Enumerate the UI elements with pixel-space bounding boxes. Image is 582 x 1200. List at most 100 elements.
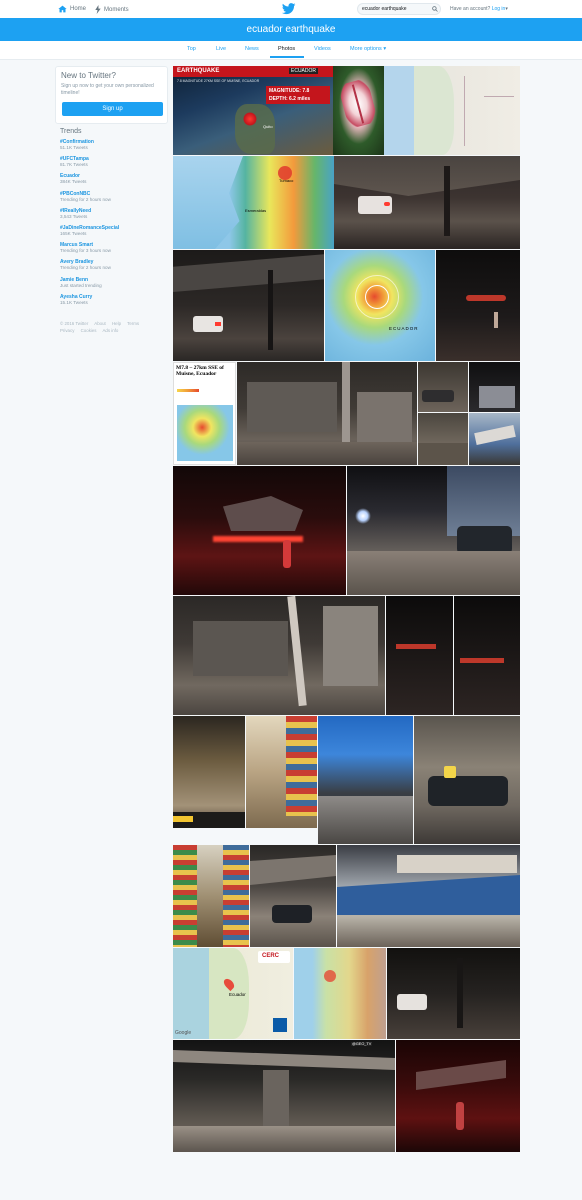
trend-item[interactable]: Avery Bradley Trending for 2 hours now (60, 259, 168, 276)
twitter-logo-icon[interactable] (282, 3, 296, 15)
account-prompt: Have an account? Log in▾ (450, 6, 508, 12)
map-subline: 7.8 MAGNITUDE 27KM SSE OF MUISNE, ECUADO… (177, 79, 260, 83)
photo-red-night-scene[interactable] (396, 1040, 520, 1152)
usgs-country-label: ECUADOR (389, 326, 419, 331)
trend-item[interactable]: Marcus Smart Trending for 3 hours now (60, 242, 168, 259)
photo-store-debris[interactable] (173, 716, 245, 828)
signup-description: Sign up now to get your own personalized… (61, 83, 154, 96)
photo-rubble-car-night[interactable] (347, 466, 520, 595)
photo-store-aisle-mess[interactable] (173, 845, 249, 947)
signup-card: New to Twitter? Sign up now to get your … (55, 66, 168, 124)
trend-meta: Trending for 3 hours now (60, 248, 111, 254)
caret-down-icon[interactable]: ▾ (505, 6, 508, 12)
tab-more-options[interactable]: More options ▾ (350, 46, 386, 52)
footer-links: © 2016 Twitter About Help Terms Privacy … (60, 320, 168, 334)
tab-top[interactable]: Top (187, 46, 196, 52)
photo-collapsed-overpass-car[interactable] (250, 845, 336, 947)
chevron-down-icon: ▾ (383, 46, 387, 52)
photo-fallen-overpass[interactable]: @GEO_TV (173, 1040, 395, 1152)
footer-cookies[interactable]: Cookies (81, 328, 97, 333)
photo-night-street-car[interactable] (173, 250, 324, 361)
photo-news-earthquake-map[interactable]: EARTHQUAKE ECUADOR 7.8 MAGNITUDE 27KM SS… (173, 66, 333, 155)
photo-google-map-pin[interactable]: Ecuador Google CERC (173, 948, 293, 1039)
search-tabs: Top Live News Photos Videos More options… (0, 41, 582, 60)
footer-about[interactable]: About (94, 321, 105, 326)
trend-item[interactable]: Ayesha Curry 15.1K Tweets (60, 294, 168, 311)
photo-tilted-pole-building[interactable] (173, 596, 385, 715)
photo-night-road-lights[interactable] (436, 250, 520, 361)
trend-item[interactable]: Ecuador 384K Tweets (60, 173, 168, 190)
photo-collapsed-storefront[interactable] (237, 362, 417, 465)
photo-collapsed-blue-building[interactable] (469, 413, 520, 465)
footer-help[interactable]: Help (112, 321, 121, 326)
tab-videos[interactable]: Videos (314, 46, 331, 52)
home-icon (58, 5, 67, 13)
login-link[interactable]: Log in (492, 6, 506, 12)
trend-item[interactable]: #JaDineRomanceSpecial 165K Tweets (60, 225, 168, 242)
active-tab-indicator (270, 56, 304, 58)
depth-label: DEPTH: 6.2 miles (269, 96, 311, 102)
cerc-logo-text: CERC (262, 953, 280, 959)
trend-meta: 81.7K Tweets (60, 162, 88, 168)
footer-privacy[interactable]: Privacy (60, 328, 74, 333)
footer-terms[interactable]: Terms (127, 321, 139, 326)
map-city-quito: Quito (263, 124, 273, 129)
photo-crushed-car[interactable] (414, 716, 520, 844)
gmap-city-label: Ecuador (229, 992, 246, 997)
map-banner-label: EARTHQUAKE (177, 68, 220, 74)
trend-item[interactable]: #Confirmation 51.1K Tweets (60, 139, 168, 156)
magnitude-label: MAGNITUDE: 7.8 (269, 88, 310, 94)
footer-ads-info[interactable]: Ads info (103, 328, 119, 333)
trends-module: Trends #Confirmation 51.1K Tweets #UFCTam… (55, 128, 168, 311)
trend-meta: 3,543 Tweets (60, 213, 88, 219)
trend-meta: Trending for 2 hours now (60, 196, 111, 202)
photo-handle-watermark: @GEO_TV (351, 1042, 373, 1046)
usgs-caption: M7.8 – 27km SSE of Muisne, Ecuador (176, 365, 224, 377)
account-prefix: Have an account? (450, 6, 491, 12)
photo-blue-lit-interior[interactable] (318, 716, 413, 844)
trend-meta: 15.1K Tweets (60, 299, 88, 305)
tab-live[interactable]: Live (216, 46, 226, 52)
trend-item[interactable]: #UFCTampa 81.7K Tweets (60, 156, 168, 173)
nav-moments-label: Moments (104, 6, 129, 13)
photo-seismic-intensity-map[interactable]: Tumaco Esmeraldas (173, 156, 334, 249)
signup-button[interactable]: Sign up (62, 102, 163, 116)
tab-photos[interactable]: Photos (278, 46, 295, 52)
photo-usgs-shakemap[interactable]: ECUADOR (325, 250, 435, 361)
nav-home[interactable]: Home (58, 5, 86, 13)
photo-night-building-damage[interactable] (387, 948, 520, 1039)
photo-map-coastline[interactable] (384, 66, 520, 155)
photo-damaged-building-night[interactable] (469, 362, 520, 412)
nav-home-label: Home (70, 6, 87, 12)
photo-pharmacy-facade[interactable] (337, 845, 520, 947)
map-region-label: ECUADOR (289, 68, 319, 74)
map-city-tumaco: Tumaco (279, 178, 294, 183)
photo-rubble-street[interactable] (418, 413, 468, 465)
trend-meta: Just started trending (60, 282, 102, 288)
photo-night-collapse-car[interactable] (334, 156, 520, 249)
photo-caladium-leaf[interactable] (333, 66, 384, 155)
tab-news[interactable]: News (245, 46, 259, 52)
nav-moments[interactable]: Moments (95, 5, 129, 14)
trend-item[interactable]: #IReallyNeed 3,543 Tweets (60, 208, 168, 225)
search-input[interactable] (357, 3, 441, 15)
photo-night-red-lights-a[interactable] (386, 596, 453, 715)
search-title: ecuador earthquake (246, 24, 336, 35)
search-icon[interactable] (432, 6, 438, 12)
gmap-attribution: Google (175, 1030, 192, 1036)
tab-more-options-label: More options (350, 46, 382, 52)
trend-meta: Trending for 2 hours now (60, 265, 111, 271)
photo-debris-cars[interactable] (418, 362, 468, 412)
trends-title: Trends (60, 128, 82, 135)
trend-item[interactable]: #PBConNBC Trending for 2 hours now (60, 191, 168, 208)
search-banner: ecuador earthquake (0, 18, 582, 41)
footer-copyright: © 2016 Twitter (60, 321, 89, 326)
photo-topographic-map[interactable] (294, 948, 386, 1039)
trend-meta: 384K Tweets (60, 179, 87, 185)
photo-night-red-lights-b[interactable] (454, 596, 520, 715)
trend-item[interactable]: Jamie Benn Just started trending (60, 277, 168, 294)
photo-red-emergency-lights[interactable] (173, 466, 346, 595)
top-navigation-bar: Home Moments Have an account? Log in▾ (0, 0, 582, 19)
photo-supermarket-shelves[interactable] (246, 716, 317, 828)
photo-usgs-report[interactable]: M7.8 – 27km SSE of Muisne, Ecuador (173, 362, 236, 465)
